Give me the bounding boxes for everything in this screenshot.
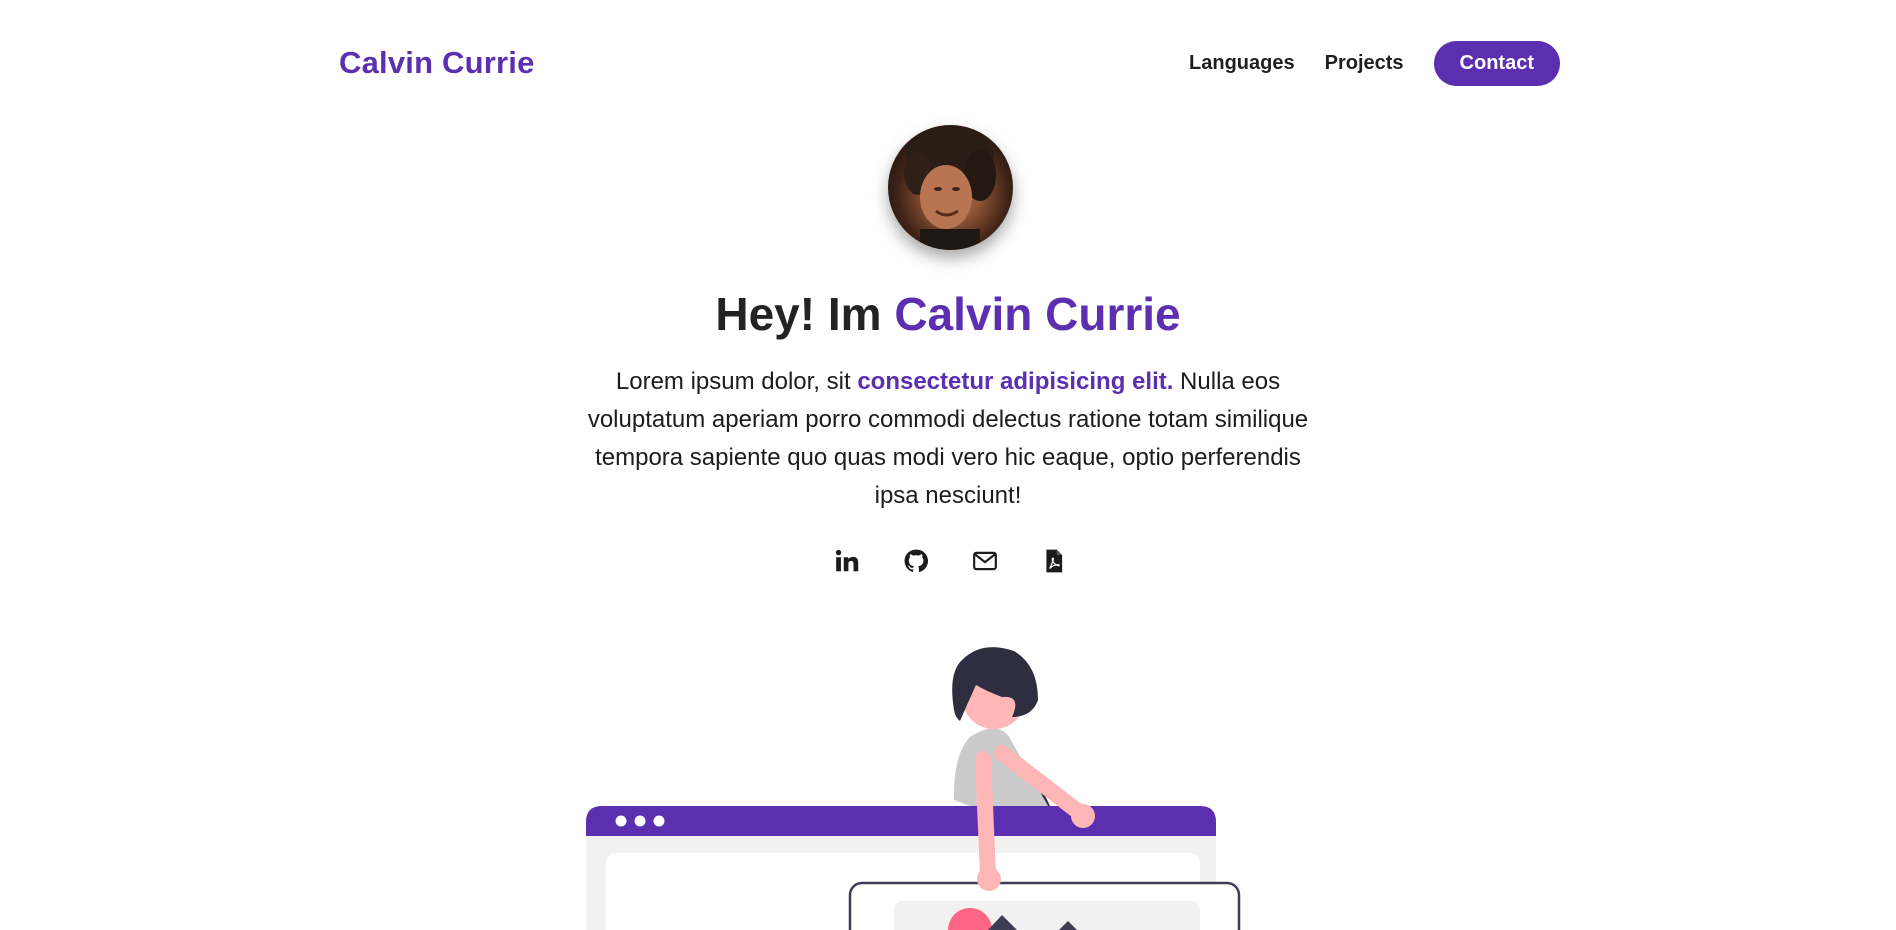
hero-illustration (570, 625, 1370, 930)
avatar (888, 125, 1013, 250)
bio-highlight: consectetur adipisicing elit. (857, 368, 1174, 395)
bio-text-start: Lorem ipsum dolor, sit (615, 368, 858, 395)
contact-button[interactable]: Contact (1433, 41, 1560, 86)
linkedin-link[interactable] (829, 545, 865, 581)
main-nav: Languages Projects Contact (1189, 41, 1560, 86)
github-icon (903, 548, 929, 579)
hero-greeting: Hey! Im (715, 288, 882, 340)
resume-link[interactable] (1036, 545, 1072, 581)
nav-link-projects[interactable]: Projects (1325, 52, 1404, 75)
hero-name: Calvin Currie (894, 288, 1181, 340)
hero-title: Hey! Im Calvin Currie (0, 287, 1896, 341)
email-link[interactable] (967, 545, 1003, 581)
pdf-icon (1041, 548, 1067, 579)
github-link[interactable] (898, 545, 934, 581)
envelope-icon (972, 548, 998, 579)
brand-logo[interactable]: Calvin Currie (339, 45, 535, 81)
linkedin-icon (834, 548, 860, 579)
nav-link-languages[interactable]: Languages (1189, 52, 1295, 75)
site-header: Calvin Currie Languages Projects Contact (0, 0, 1896, 128)
social-links (829, 545, 1072, 581)
hero-bio: Lorem ipsum dolor, sit consectetur adipi… (570, 363, 1326, 515)
